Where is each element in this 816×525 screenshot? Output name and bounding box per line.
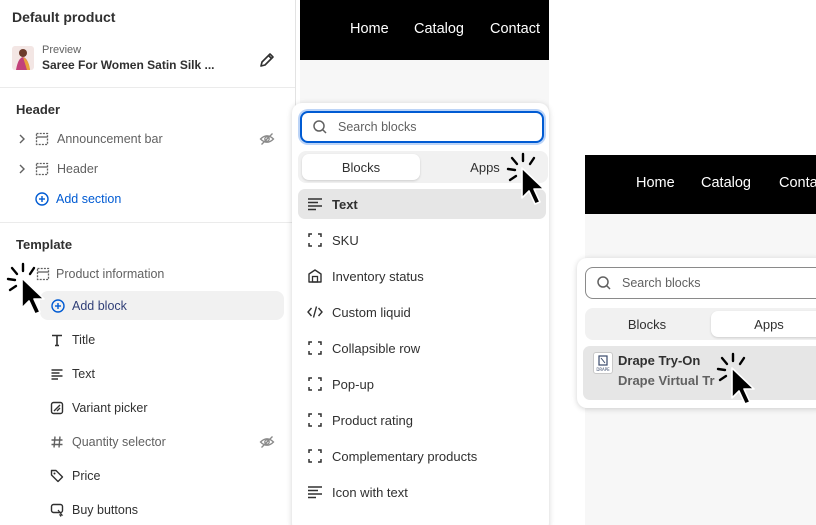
hash-icon xyxy=(50,435,64,449)
search-placeholder: Search blocks xyxy=(622,276,701,290)
tab-apps[interactable]: Apps xyxy=(711,311,816,337)
chevron-right-icon[interactable] xyxy=(16,163,28,175)
section-item-label: Announcement bar xyxy=(57,132,163,146)
block-item-text[interactable]: Text xyxy=(50,365,95,383)
nav-link-catalog[interactable]: Catalog xyxy=(414,21,464,37)
drape-logo-icon: DRAPE xyxy=(593,352,613,374)
preview-thumbnail xyxy=(12,46,34,70)
block-option-collapsible-row[interactable]: Collapsible row xyxy=(298,333,546,363)
nav-link-contact[interactable]: Conta xyxy=(779,175,816,191)
block-option-label: Icon with text xyxy=(332,484,408,500)
plus-circle-icon xyxy=(35,192,49,206)
block-item-label: Title xyxy=(72,333,96,347)
app-subtitle: Drape Virtual Tr xyxy=(618,373,715,388)
click-cursor-icon xyxy=(506,152,556,210)
dashed-square-icon xyxy=(306,232,324,248)
theme-editor-sidebar: Default product Preview Saree For Women … xyxy=(0,0,296,525)
text-icon xyxy=(50,367,64,381)
add-block-button[interactable]: Add block xyxy=(51,297,127,315)
nav-link-home[interactable]: Home xyxy=(350,21,389,37)
preview-product-selector[interactable]: Saree For Women Satin Silk ... xyxy=(42,58,222,72)
text-lines-icon xyxy=(306,485,324,499)
block-option-label: Collapsible row xyxy=(332,340,421,356)
section-item-announcement-bar[interactable]: Announcement bar xyxy=(16,130,163,148)
block-option-label: Text xyxy=(332,196,358,212)
block-option-label: Complementary products xyxy=(332,448,478,464)
block-option-label: Custom liquid xyxy=(332,304,411,320)
nav-link-catalog[interactable]: Catalog xyxy=(701,175,751,191)
block-option-label: Inventory status xyxy=(332,268,424,284)
block-option-custom-liquid[interactable]: Custom liquid xyxy=(298,297,546,327)
block-option-label: SKU xyxy=(332,232,359,248)
app-name: Drape Try-On xyxy=(618,353,701,368)
block-item-label: Quantity selector xyxy=(72,435,166,449)
block-option-label: Product rating xyxy=(332,412,413,428)
svg-text:DRAPE: DRAPE xyxy=(596,367,610,372)
divider xyxy=(0,87,295,88)
add-block-label: Add block xyxy=(72,299,127,313)
divider xyxy=(0,222,295,223)
block-item-label: Price xyxy=(72,469,101,483)
variant-picker-icon xyxy=(50,401,64,415)
storefront-header: Home Catalog Contact xyxy=(300,0,549,60)
block-item-title[interactable]: Title xyxy=(50,331,95,349)
click-cursor-icon xyxy=(716,352,766,410)
header-section-heading: Header xyxy=(16,102,61,117)
title-icon xyxy=(50,333,64,347)
block-item-buy-buttons[interactable]: Buy buttons xyxy=(50,501,138,519)
block-option-complementary-products[interactable]: Complementary products xyxy=(298,441,546,471)
tab-blocks[interactable]: Blocks xyxy=(589,311,705,337)
dashed-square-icon xyxy=(306,376,324,392)
eye-slash-icon[interactable] xyxy=(259,131,275,147)
section-layout-icon xyxy=(35,132,49,146)
template-section-heading: Template xyxy=(16,237,73,252)
block-option-icon-with-text[interactable]: Icon with text xyxy=(298,477,546,507)
block-option-sku[interactable]: SKU xyxy=(298,225,546,255)
app-block-drape-try-on[interactable]: DRAPE Drape Try-On Drape Virtual Tr xyxy=(583,346,816,400)
click-cursor-icon xyxy=(6,262,56,318)
block-item-quantity-selector[interactable]: Quantity selector xyxy=(50,433,166,451)
nav-link-contact[interactable]: Contact xyxy=(490,21,540,37)
block-option-pop-up[interactable]: Pop-up xyxy=(298,369,546,399)
section-item-label: Product information xyxy=(56,267,165,281)
search-placeholder: Search blocks xyxy=(338,120,417,134)
page-title: Default product xyxy=(12,9,116,25)
pencil-icon[interactable] xyxy=(258,51,276,69)
text-lines-icon xyxy=(306,197,324,211)
search-input[interactable]: Search blocks xyxy=(300,111,544,143)
nav-link-home[interactable]: Home xyxy=(636,175,675,191)
section-item-label: Header xyxy=(57,162,98,176)
chevron-right-icon[interactable] xyxy=(16,133,28,145)
preview-label: Preview xyxy=(42,44,82,56)
block-option-inventory-status[interactable]: Inventory status xyxy=(298,261,546,291)
tab-blocks[interactable]: Blocks xyxy=(302,154,420,180)
block-item-price[interactable]: Price xyxy=(50,467,100,485)
block-item-variant-picker[interactable]: Variant picker xyxy=(50,399,148,417)
block-item-label: Text xyxy=(72,367,95,381)
search-icon xyxy=(596,275,612,291)
block-option-label: Pop-up xyxy=(332,376,374,392)
price-tag-icon xyxy=(50,469,64,483)
section-item-header[interactable]: Header xyxy=(16,160,98,178)
storefront-header-2: Home Catalog Conta xyxy=(585,155,816,214)
search-input[interactable]: Search blocks xyxy=(585,267,816,299)
buy-buttons-icon xyxy=(50,503,64,517)
add-section-label: Add section xyxy=(56,192,122,206)
block-item-label: Buy buttons xyxy=(72,503,139,517)
eye-slash-icon[interactable] xyxy=(259,434,275,450)
section-layout-icon xyxy=(35,162,49,176)
dashed-square-icon xyxy=(306,412,324,428)
block-item-label: Variant picker xyxy=(72,401,148,415)
dashed-square-icon xyxy=(306,340,324,356)
search-icon xyxy=(312,119,328,135)
block-option-product-rating[interactable]: Product rating xyxy=(298,405,546,435)
dashed-square-icon xyxy=(306,448,324,464)
add-section-button[interactable]: Add section xyxy=(35,190,121,208)
code-icon xyxy=(306,305,324,319)
tab-bar: Blocks Apps xyxy=(585,308,816,340)
apps-picker-popover: Search blocks Blocks Apps DRAPE Drape Tr… xyxy=(577,258,816,408)
warehouse-icon xyxy=(306,268,324,284)
